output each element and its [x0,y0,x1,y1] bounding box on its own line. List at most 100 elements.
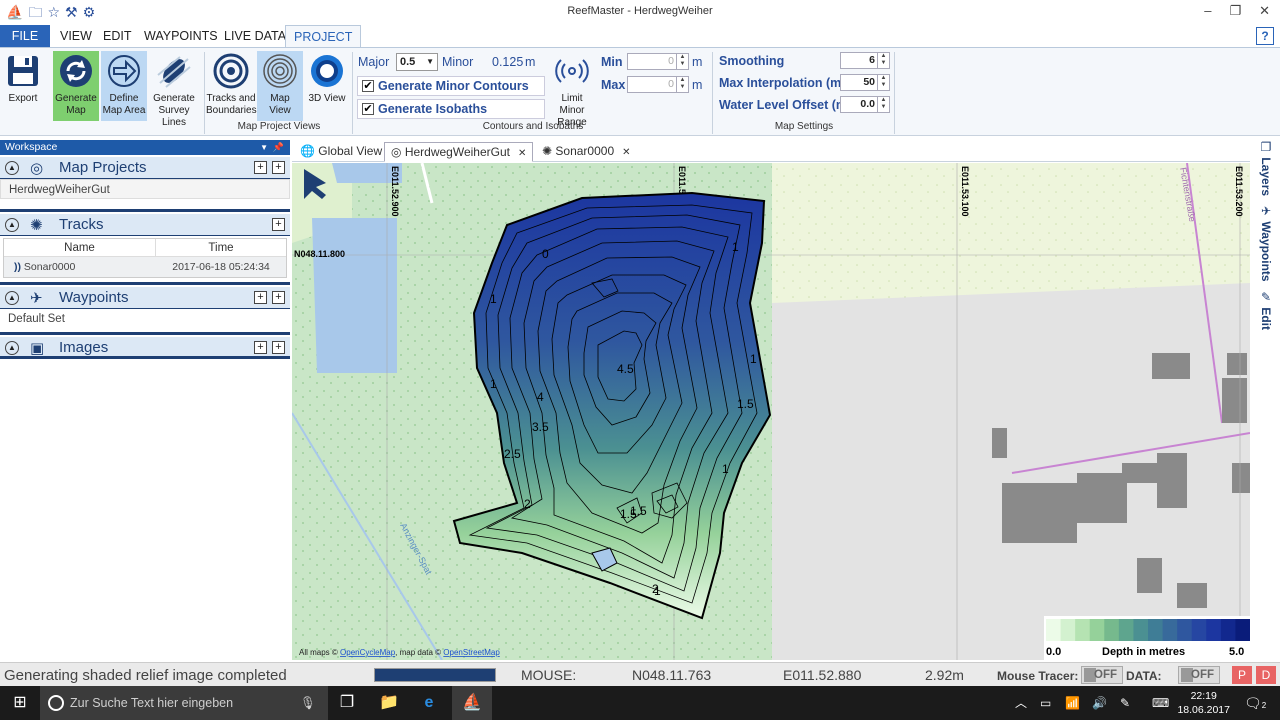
waypoint-set-item[interactable]: Default Set [0,309,290,329]
svg-text:0: 0 [542,247,549,261]
depth-legend: 0.0 Depth in metres 5.0 [1044,616,1250,660]
section-map-projects[interactable]: ▲ ◎ Map Projects + + [0,157,290,179]
section-images[interactable]: ▲ ▣ Images + + [0,337,290,359]
grid-label-n1: N048.11.800 [294,249,345,259]
minimize-icon[interactable]: – [1204,3,1211,19]
help-button[interactable]: ? [1256,27,1274,45]
reefmaster-taskbar-icon[interactable]: ⛵ [452,686,492,720]
tab-waypoints[interactable]: ✈ Waypoints [1259,204,1273,282]
cortana-circle-icon [48,695,64,711]
notifications-icon[interactable]: 🗨2 [1244,686,1266,720]
menu-file[interactable]: FILE [0,25,50,47]
d-button[interactable]: D [1256,666,1276,684]
collapse-icon[interactable]: ▲ [5,341,19,355]
generate-map-button[interactable]: Generate Map [53,51,99,121]
max-interpolation-spinner[interactable]: 50 ▲ ▼ [840,74,890,91]
task-view-icon[interactable]: ❐ [333,686,361,720]
add-icon[interactable]: + [272,218,285,231]
section-tracks[interactable]: ▲ ✺ Tracks + [0,214,290,236]
restore-icon[interactable]: ❐ [1229,3,1241,19]
map-view-button[interactable]: Map View [257,51,303,121]
mouse-longitude: E011.52.880 [783,667,862,683]
openstreetmap-link[interactable]: OpenStreetMap [443,648,500,657]
table-row[interactable]: )) Sonar0000 2017-06-18 05:24:34 [4,257,286,277]
menu-live-data[interactable]: LIVE DATA [216,25,294,47]
add-icon[interactable]: + [272,341,285,354]
min-spinner[interactable]: 0 ▲ ▼ [627,53,689,70]
keyboard-icon[interactable]: ⌨ [1152,686,1169,720]
taskbar-clock[interactable]: 22:19 18.06.2017 [1177,689,1230,717]
spinner-arrows-icon[interactable]: ▲ ▼ [877,97,889,112]
area-arrow-icon [108,55,140,87]
mouse-tracer-toggle[interactable]: OFF [1081,666,1123,684]
map-project-item[interactable]: HerdwegWeiherGut [0,179,290,199]
network-icon[interactable]: 📶 [1065,686,1080,720]
tab-edit[interactable]: ✎ Edit [1259,290,1273,330]
expand-all-icon[interactable]: + [254,161,267,174]
p-button[interactable]: P [1232,666,1252,684]
pin-icon[interactable]: 📌 [273,140,284,155]
svg-text:1.5: 1.5 [737,397,754,411]
pen-icon[interactable]: ✎ [1120,686,1130,720]
data-toggle[interactable]: OFF [1178,666,1220,684]
spinner-arrows-icon[interactable]: ▲ ▼ [877,53,889,68]
smoothing-spinner[interactable]: 6 ▲ ▼ [840,52,890,69]
menu-view[interactable]: VIEW [52,25,100,47]
collapse-icon[interactable]: ▲ [5,161,19,175]
svg-text:1: 1 [490,292,497,306]
tracks-boundaries-button[interactable]: Tracks and Boundaries [206,51,257,121]
tray-chevron-icon[interactable]: ︿ [1015,686,1027,720]
map-view[interactable]: E011.52.900 E011.53.000 E011.53.100 E011… [292,163,1250,660]
3d-view-button[interactable]: 3D View [306,51,348,121]
define-map-area-button[interactable]: Define Map Area [101,51,147,121]
svg-text:4.5: 4.5 [617,362,634,376]
spinner-arrows-icon[interactable]: ▲ ▼ [877,75,889,90]
add-icon[interactable]: + [272,291,285,304]
spinner-arrows-icon[interactable]: ▲ ▼ [676,54,688,69]
expand-all-icon[interactable]: + [254,291,267,304]
legend-swatch [1075,619,1091,641]
close-tab-icon[interactable]: ✕ [518,148,526,159]
menu-waypoints[interactable]: WAYPOINTS [136,25,226,47]
collapse-icon[interactable]: ▲ [5,218,19,232]
generate-isobaths-checkbox[interactable]: ✔ Generate Isobaths [357,99,545,119]
grid-label-e1: E011.52.900 [390,166,400,217]
grid-label-e3: E011.53.100 [960,166,970,217]
mouse-depth: 2.92m [925,667,964,683]
column-header-time[interactable]: Time [156,239,286,256]
column-header-name[interactable]: Name [4,239,156,256]
dropdown-arrow-icon[interactable]: ▼ [260,140,268,155]
map-canvas[interactable]: E011.52.900 E011.53.000 E011.53.100 E011… [292,163,1250,660]
battery-icon[interactable]: ▭ [1040,686,1051,720]
volume-icon[interactable]: 🔊 [1092,686,1107,720]
collapse-icon[interactable]: ▲ [5,291,19,305]
tab-global-view[interactable]: 🌐 Global View [294,142,388,162]
file-explorer-icon[interactable]: 📁 [374,686,404,720]
expand-all-icon[interactable]: + [254,341,267,354]
taskbar-search-box[interactable]: Zur Suche Text hier eingeben 🎙 [40,686,328,720]
tracks-table: Name Time )) Sonar0000 2017-06-18 05:24:… [3,238,287,278]
spinner-arrows-icon[interactable]: ▲ ▼ [676,77,688,92]
max-spinner[interactable]: 0 ▲ ▼ [627,76,689,93]
limit-minor-range-button[interactable]: Limit Minor Range [548,51,596,128]
attribution: All maps © OpenCycleMap, map data © Open… [299,648,500,657]
generate-survey-lines-button[interactable]: Generate Survey Lines [149,51,199,128]
generate-minor-contours-checkbox[interactable]: ✔ Generate Minor Contours [357,76,545,96]
opencyclemap-link[interactable]: OpenCycleMap [340,648,396,657]
major-select[interactable]: 0.5 ▼ [396,53,438,71]
tab-layers[interactable]: ❐ Layers [1259,140,1273,196]
edge-browser-icon[interactable]: e [412,686,446,720]
tab-sonar0000[interactable]: ✺ Sonar0000 ✕ [536,142,637,162]
menu-edit[interactable]: EDIT [95,25,139,47]
close-tab-icon[interactable]: ✕ [622,147,630,158]
section-waypoints[interactable]: ▲ ✈ Waypoints + + [0,287,290,309]
close-icon[interactable]: ✕ [1259,3,1270,19]
export-button[interactable]: Export [3,51,43,121]
windows-start-icon[interactable]: ⊞ [0,686,40,720]
add-icon[interactable]: + [272,161,285,174]
tab-herdweg-weiher-gut[interactable]: ◎ HerdwegWeiherGut ✕ [384,142,534,162]
microphone-icon[interactable]: 🎙 [300,686,316,720]
water-level-offset-spinner[interactable]: 0.0 ▲ ▼ [840,96,890,113]
menu-project[interactable]: PROJECT [285,25,362,47]
svg-text:3.5: 3.5 [532,420,549,434]
